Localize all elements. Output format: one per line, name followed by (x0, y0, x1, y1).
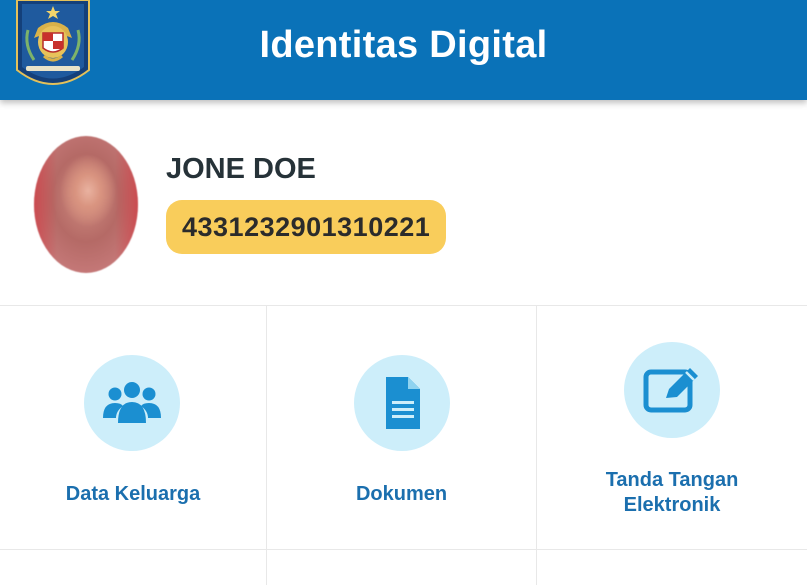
menu-item-label: Data Keluarga (65, 483, 201, 505)
avatar[interactable] (34, 136, 138, 273)
menu-item-label: Dokumen (355, 483, 448, 505)
menu-item-label: Tanda Tangan Elektronik (537, 468, 807, 518)
document-icon (354, 355, 450, 451)
user-name: JONE DOE (166, 153, 316, 185)
menu-item-row2-left[interactable] (0, 550, 267, 585)
menu-item-label-text: Tanda Tangan Elektronik (605, 469, 739, 516)
menu-item-row2-middle[interactable] (267, 550, 537, 585)
identity-app: Identitas Digital JONE DOE 4331232901310… (0, 0, 807, 585)
profile-card: JONE DOE 4331232901310221 (0, 100, 807, 306)
menu-item-row2-right[interactable] (537, 550, 807, 585)
family-icon (84, 355, 180, 451)
nik-badge: 4331232901310221 (166, 200, 447, 254)
app-header: Identitas Digital (0, 0, 807, 100)
menu-grid: Data Keluarga Dokumen Tanda Tangan Elekt… (0, 306, 807, 585)
menu-item-data-keluarga[interactable]: Data Keluarga (0, 306, 267, 550)
menu-item-tanda-tangan-elektronik[interactable]: Tanda Tangan Elektronik (537, 306, 807, 550)
page-title: Identitas Digital (0, 24, 807, 67)
menu-item-dokumen[interactable]: Dokumen (267, 306, 537, 550)
signature-edit-icon (624, 342, 720, 438)
page-title-text: Identitas Digital (259, 24, 548, 66)
